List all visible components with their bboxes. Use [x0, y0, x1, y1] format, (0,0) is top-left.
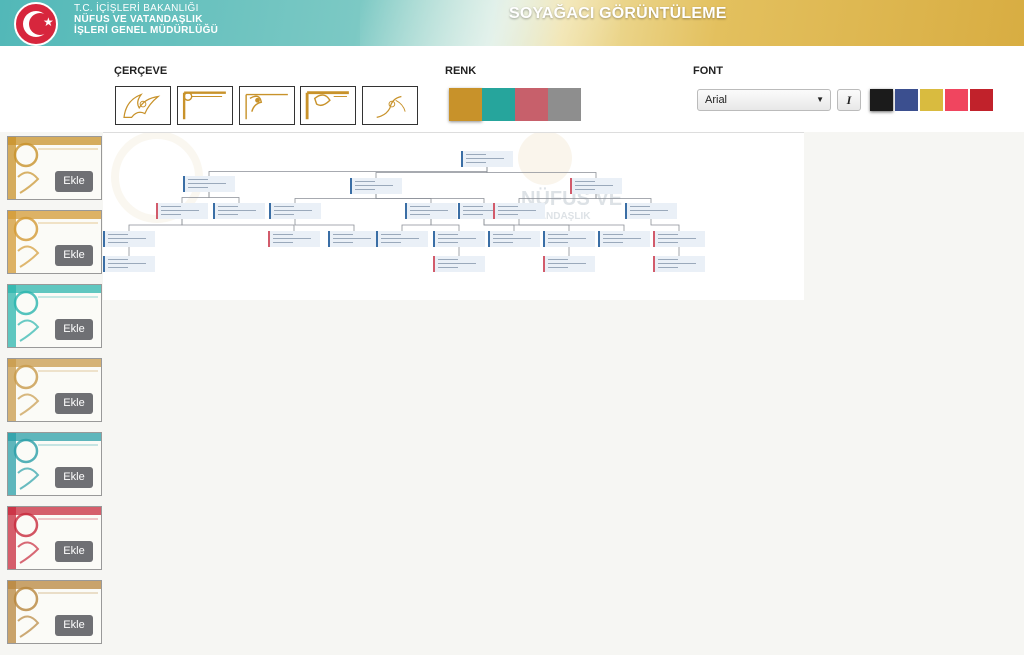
font-color-swatch-4[interactable] [945, 89, 968, 111]
font-family-select[interactable]: Arial ▼ [697, 89, 831, 111]
tree-connector-line [430, 219, 460, 231]
add-template-button[interactable]: Ekle [55, 393, 93, 414]
ministry-name: T.C. İÇİŞLERİ BAKANLIĞI NÜFUS VE VATANDA… [74, 3, 218, 36]
tree-connector-line [518, 194, 597, 203]
tree-connector-line [181, 192, 210, 203]
add-template-button[interactable]: Ekle [55, 467, 93, 488]
tree-node[interactable] [103, 256, 155, 272]
tree-connector-line [518, 219, 625, 231]
tree-connector-line [208, 192, 240, 203]
tree-node[interactable] [350, 178, 402, 194]
tree-node[interactable] [625, 203, 677, 219]
tree-connector-line [595, 194, 652, 203]
tree-node[interactable] [488, 231, 540, 247]
font-color-swatch-3[interactable] [920, 89, 943, 111]
add-template-button[interactable]: Ekle [55, 615, 93, 636]
tree-connector-line [208, 167, 488, 176]
tree-node[interactable] [156, 203, 208, 219]
frame-color-swatch-4[interactable] [548, 88, 581, 121]
template-card[interactable]: Ekle [7, 506, 102, 570]
tree-node[interactable] [183, 176, 235, 192]
tree-node[interactable] [543, 256, 595, 272]
tree-node[interactable] [493, 203, 545, 219]
frame-color-swatch-3[interactable] [515, 88, 548, 121]
tree-node[interactable] [405, 203, 457, 219]
font-family-value: Arial [705, 94, 728, 106]
frame-option-4[interactable] [300, 86, 356, 125]
tree-node[interactable] [653, 256, 705, 272]
tree-node[interactable] [213, 203, 265, 219]
app-header: ★ T.C. İÇİŞLERİ BAKANLIĞI NÜFUS VE VATAN… [0, 0, 1024, 46]
italic-button[interactable]: I [837, 89, 861, 111]
font-color-swatch-2[interactable] [895, 89, 918, 111]
tree-node[interactable] [570, 178, 622, 194]
tree-node[interactable] [269, 203, 321, 219]
template-card[interactable]: Ekle [7, 580, 102, 644]
tree-node[interactable] [543, 231, 595, 247]
tree-node[interactable] [433, 256, 485, 272]
color-section-label: RENK [445, 65, 477, 77]
template-card[interactable]: Ekle [7, 284, 102, 348]
tree-node[interactable] [461, 151, 513, 167]
ministry-logo: ★ [14, 2, 58, 46]
tree-node[interactable] [598, 231, 650, 247]
design-toolbar: ÇERÇEVE RENK FONT Arial ▼ I [0, 46, 1024, 132]
tree-connector-line [650, 219, 680, 231]
add-template-button[interactable]: Ekle [55, 171, 93, 192]
template-card[interactable]: Ekle [7, 210, 102, 274]
font-color-swatch-5[interactable] [970, 89, 993, 111]
font-section-label: FONT [693, 65, 723, 77]
tree-connector-line [401, 219, 432, 231]
tree-connector-line [181, 219, 295, 231]
tree-connector-line [486, 167, 597, 178]
add-template-button[interactable]: Ekle [55, 245, 93, 266]
template-card[interactable]: Ekle [7, 358, 102, 422]
tree-connector-line [375, 167, 488, 178]
frame-option-5[interactable] [362, 86, 418, 125]
add-template-button[interactable]: Ekle [55, 541, 93, 562]
ministry-line-1: T.C. İÇİŞLERİ BAKANLIĞI [74, 3, 199, 14]
frame-section-label: ÇERÇEVE [114, 65, 168, 77]
font-color-swatch-1[interactable] [870, 89, 893, 111]
ministry-line-2: NÜFUS VE VATANDAŞLIK [74, 14, 203, 25]
tree-connector-line [128, 219, 183, 231]
chevron-down-icon: ▼ [816, 95, 824, 104]
tree-node[interactable] [376, 231, 428, 247]
frame-option-3[interactable] [239, 86, 295, 125]
frame-option-1[interactable] [115, 86, 171, 125]
tree-node[interactable] [433, 231, 485, 247]
add-template-button[interactable]: Ekle [55, 319, 93, 340]
frame-option-2[interactable] [177, 86, 233, 125]
template-card[interactable]: Ekle [7, 136, 102, 200]
page-title: SOYAĞACI GÖRÜNTÜLEME [509, 5, 727, 22]
tree-connector-line [294, 219, 355, 231]
template-card[interactable]: Ekle [7, 432, 102, 496]
family-tree-canvas[interactable]: NÜFUS VE VATANDAŞLIK [103, 132, 804, 300]
template-list[interactable]: Ekle Ekle Ekle Ekle Ekle Ekle Ekle [0, 132, 103, 655]
tree-connector-line [375, 194, 485, 203]
tree-node[interactable] [103, 231, 155, 247]
frame-color-swatch-2[interactable] [482, 88, 515, 121]
frame-color-swatch-1[interactable] [449, 88, 482, 121]
tree-node[interactable] [328, 231, 380, 247]
tree-node[interactable] [268, 231, 320, 247]
tree-node[interactable] [653, 231, 705, 247]
tree-connector-line [294, 194, 377, 203]
ministry-line-3: İŞLERİ GENEL MÜDÜRLÜĞÜ [74, 25, 219, 36]
